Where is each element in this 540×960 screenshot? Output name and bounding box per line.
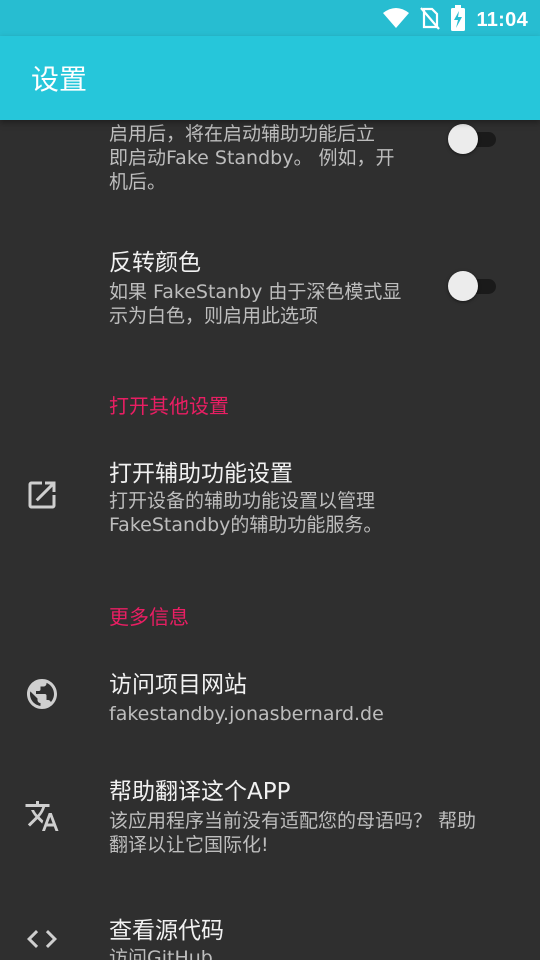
translate-icon [24, 798, 60, 834]
category-more-info: 更多信息 [109, 605, 189, 629]
settings-list[interactable]: 启用后，将在启动辅助功能后立 即启动Fake Standby。 例如，开 机后。… [0, 120, 540, 960]
status-clock: 11:04 [476, 8, 528, 31]
category-other-settings: 打开其他设置 [109, 394, 229, 418]
page-title: 设置 [31, 63, 88, 96]
battery-charging-icon [450, 5, 466, 35]
pref-open-accessibility[interactable]: 打开辅助功能设置 打开设备的辅助功能设置以管理 FakeStandby的辅助功能… [0, 440, 540, 560]
pref-summary: 访问GitHub [109, 947, 213, 960]
pref-summary: fakestandby.jonasbernard.de [109, 703, 384, 725]
pref-invert-colors[interactable]: 反转颜色 如果 FakeStanby 由于深色模式显 示为白色，则启用此选项 [0, 230, 540, 340]
pref-summary: 打开设备的辅助功能设置以管理 FakeStandby的辅助功能服务。 [109, 490, 383, 536]
pref-summary: 该应用程序当前没有适配您的母语吗？ 帮助 翻译以让它国际化! [109, 810, 477, 856]
pref-view-source[interactable]: 查看源代码 访问GitHub [0, 895, 540, 960]
switch-thumb [448, 124, 478, 154]
wifi-icon [382, 6, 410, 34]
pref-help-translate[interactable]: 帮助翻译这个APP 该应用程序当前没有适配您的母语吗？ 帮助 翻译以让它国际化! [0, 760, 540, 880]
app-bar: 设置 [0, 36, 540, 120]
switch-thumb [448, 271, 478, 301]
start-after-accessibility-switch[interactable] [448, 121, 502, 155]
globe-icon [24, 676, 60, 712]
no-sim-icon [420, 6, 441, 34]
pref-summary: 如果 FakeStanby 由于深色模式显 示为白色，则启用此选项 [109, 281, 402, 327]
open-in-new-icon [24, 477, 60, 513]
status-bar: 11:04 [0, 0, 540, 36]
code-icon [24, 921, 60, 957]
pref-title: 打开辅助功能设置 [109, 461, 293, 487]
status-icons: 11:04 [382, 5, 528, 35]
pref-summary: 启用后，将在启动辅助功能后立 即启动Fake Standby。 例如，开 机后。 [109, 123, 395, 193]
pref-title: 反转颜色 [109, 250, 201, 276]
invert-colors-switch[interactable] [448, 268, 502, 302]
pref-title: 帮助翻译这个APP [109, 779, 291, 805]
pref-visit-website[interactable]: 访问项目网站 fakestandby.jonasbernard.de [0, 650, 540, 750]
pref-title: 查看源代码 [109, 918, 224, 944]
pref-title: 访问项目网站 [109, 672, 247, 698]
pref-start-after-accessibility[interactable]: 启用后，将在启动辅助功能后立 即启动Fake Standby。 例如，开 机后。 [0, 120, 540, 220]
